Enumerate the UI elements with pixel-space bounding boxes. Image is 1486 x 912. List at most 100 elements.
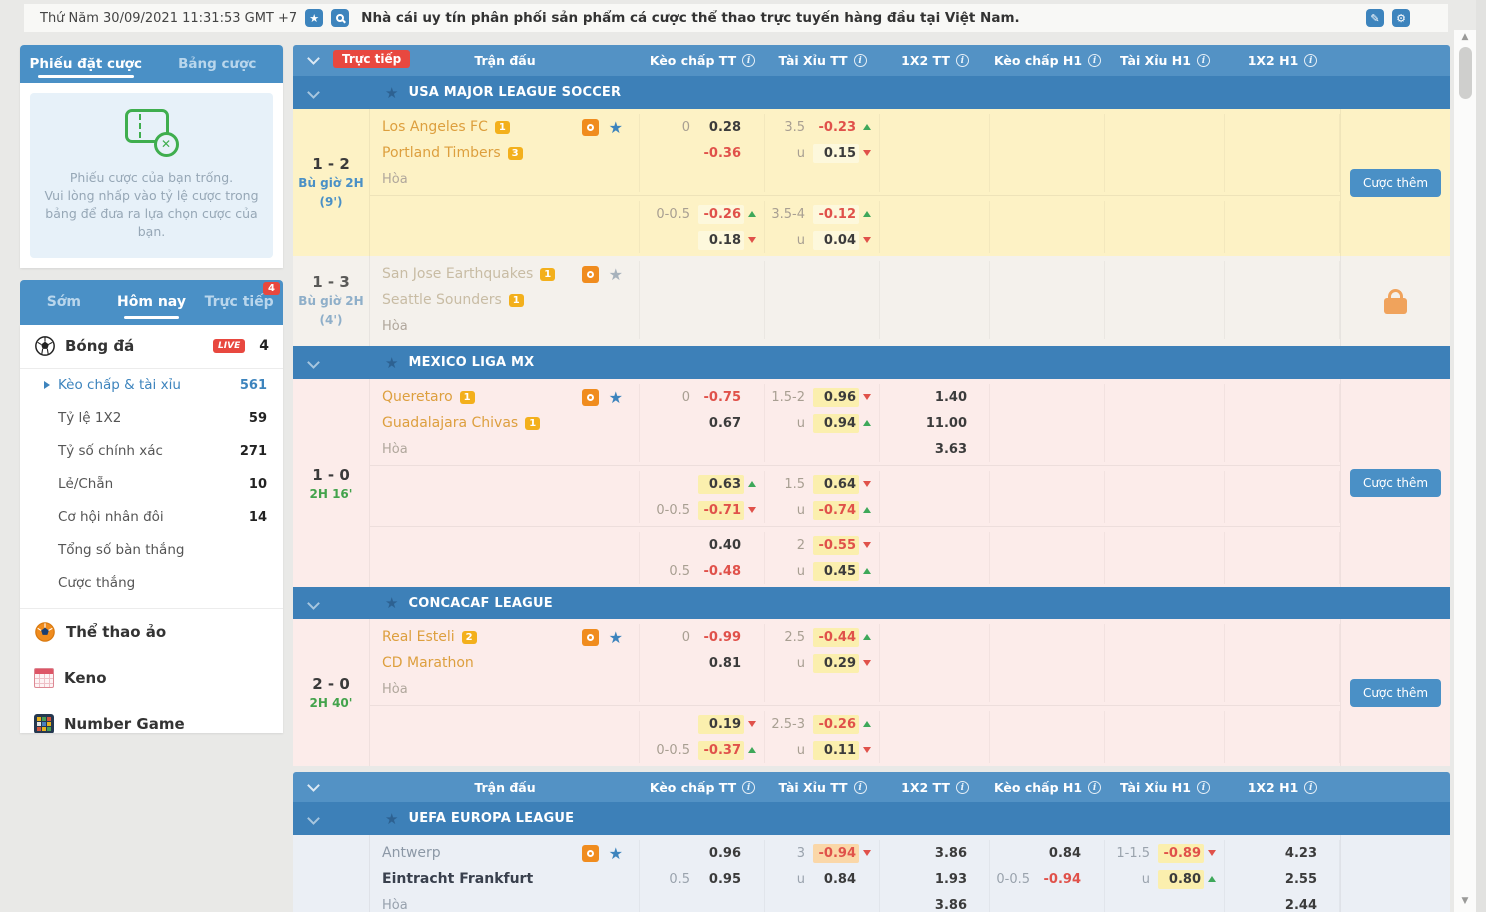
odds-value[interactable]: 0.11 — [813, 741, 859, 760]
info-icon[interactable]: i — [1197, 781, 1210, 794]
odds-value[interactable]: 0.04 — [813, 231, 859, 250]
odds-value[interactable]: -0.89 — [1158, 844, 1204, 863]
odds-value[interactable]: -0.94 — [1038, 870, 1084, 889]
sidebar-item-outright[interactable]: Cược thắng — [20, 567, 283, 600]
favorite-star-icon[interactable]: ★ — [609, 844, 623, 863]
more-bets-button[interactable]: Cược thêm — [1350, 169, 1441, 197]
odds-value[interactable]: 0.64 — [813, 475, 859, 494]
odds-value[interactable]: 0.15 — [813, 144, 859, 163]
info-icon[interactable]: i — [1088, 54, 1101, 67]
odds-value[interactable]: -0.75 — [698, 388, 744, 407]
tab-today[interactable]: Hôm nay — [108, 280, 196, 325]
sidebar-item-double-chance[interactable]: Cơ hội nhân đôi 14 — [20, 501, 283, 534]
odds-value[interactable]: 0.67 — [698, 414, 744, 433]
favorite-star-icon[interactable]: ★ — [609, 388, 623, 407]
odds-value[interactable]: -0.74 — [813, 501, 859, 520]
info-icon[interactable]: i — [1304, 54, 1317, 67]
sidebar-item-football[interactable]: Bóng đá LIVE 4 — [20, 325, 283, 369]
chevron-down-icon[interactable] — [307, 812, 320, 825]
odds-value[interactable]: -0.48 — [698, 562, 744, 581]
sidebar-item-correct-score[interactable]: Tỷ số chính xác 271 — [20, 435, 283, 468]
chevron-down-icon[interactable] — [307, 779, 320, 792]
chevron-down-icon[interactable] — [307, 597, 320, 610]
odds-value[interactable]: 0.96 — [698, 844, 744, 863]
odds-value[interactable]: 3.86 — [880, 840, 989, 866]
tab-bet-board[interactable]: Bảng cược — [152, 45, 284, 83]
gear-icon[interactable]: ⚙ — [1392, 9, 1410, 27]
favorite-star-icon[interactable]: ★ — [609, 628, 623, 647]
odds-value[interactable]: -0.36 — [698, 144, 744, 163]
info-icon[interactable]: i — [854, 54, 867, 67]
odds-value[interactable]: -0.23 — [813, 118, 859, 137]
league-star-icon[interactable]: ★ — [385, 594, 398, 612]
more-bets-button[interactable]: Cược thêm — [1350, 679, 1441, 707]
live-stream-icon[interactable] — [582, 845, 599, 862]
chevron-down-icon[interactable] — [307, 356, 320, 369]
odds-value[interactable]: 0.96 — [813, 388, 859, 407]
info-icon[interactable]: i — [1197, 54, 1210, 67]
live-stream-icon[interactable] — [582, 266, 599, 283]
odds-value[interactable]: 2.55 — [1225, 866, 1339, 892]
live-stream-icon[interactable] — [582, 119, 599, 136]
sidebar-item-1x2[interactable]: Tỷ lệ 1X2 59 — [20, 402, 283, 435]
tab-bet-slip[interactable]: Phiếu đặt cược — [20, 45, 152, 83]
odds-value[interactable]: 0.18 — [698, 231, 744, 250]
star-icon[interactable]: ★ — [305, 9, 323, 27]
favorite-star-icon[interactable]: ★ — [609, 118, 623, 137]
odds-value[interactable]: -0.99 — [698, 628, 744, 647]
odds-value[interactable]: -0.55 — [813, 536, 859, 555]
sidebar-item-total-goals[interactable]: Tổng số bàn thắng — [20, 534, 283, 567]
sidebar-item-odd-even[interactable]: Lẻ/Chẵn 10 — [20, 468, 283, 501]
odds-value[interactable]: 0.63 — [698, 475, 744, 494]
favorite-star-icon[interactable]: ★ — [609, 265, 623, 284]
odds-value[interactable]: 3.63 — [880, 436, 989, 462]
info-icon[interactable]: i — [742, 781, 755, 794]
league-star-icon[interactable]: ★ — [385, 354, 398, 372]
odds-value[interactable]: 0.84 — [1038, 844, 1084, 863]
info-icon[interactable]: i — [1088, 781, 1101, 794]
sidebar-item-virtual-sports[interactable]: Thể thao ảo — [20, 609, 283, 655]
odds-value[interactable]: 0.81 — [698, 654, 744, 673]
odds-value[interactable]: 0.94 — [813, 414, 859, 433]
odds-value[interactable]: 2.44 — [1225, 892, 1339, 912]
sidebar-item-number-game[interactable]: Number Game — [20, 701, 283, 733]
tab-early[interactable]: Sớm — [20, 280, 108, 325]
odds-value[interactable]: -0.12 — [813, 205, 859, 224]
scroll-thumb[interactable] — [1459, 47, 1472, 99]
odds-value[interactable]: -0.44 — [813, 628, 859, 647]
odds-value[interactable]: 0.95 — [698, 870, 744, 889]
info-icon[interactable]: i — [742, 54, 755, 67]
league-star-icon[interactable]: ★ — [385, 810, 398, 828]
live-stream-icon[interactable] — [582, 629, 599, 646]
chevron-down-icon[interactable] — [307, 86, 320, 99]
scroll-down-icon[interactable]: ▼ — [1462, 894, 1469, 908]
odds-value[interactable]: 1.40 — [880, 384, 989, 410]
odds-value[interactable]: -0.94 — [813, 844, 859, 863]
info-icon[interactable]: i — [956, 781, 969, 794]
odds-value[interactable]: 0.84 — [813, 870, 859, 889]
odds-value[interactable]: 3.86 — [880, 892, 989, 912]
sidebar-item-keno[interactable]: Keno — [20, 655, 283, 701]
sidebar-item-handicap-ou[interactable]: Kèo chấp & tài xỉu 561 — [20, 369, 283, 402]
odds-value[interactable]: -0.26 — [698, 205, 744, 224]
odds-value[interactable]: 4.23 — [1225, 840, 1339, 866]
edit-icon[interactable]: ✎ — [1366, 9, 1384, 27]
chevron-down-icon[interactable] — [307, 52, 320, 65]
odds-value[interactable]: -0.71 — [698, 501, 744, 520]
odds-value[interactable]: -0.26 — [813, 715, 859, 734]
live-stream-icon[interactable] — [582, 389, 599, 406]
info-icon[interactable]: i — [1304, 781, 1317, 794]
info-icon[interactable]: i — [956, 54, 969, 67]
odds-value[interactable]: 0.45 — [813, 562, 859, 581]
odds-value[interactable]: 0.28 — [698, 118, 744, 137]
info-icon[interactable]: i — [854, 781, 867, 794]
vertical-scrollbar[interactable]: ▲ ▼ — [1454, 30, 1476, 912]
odds-value[interactable]: 0.29 — [813, 654, 859, 673]
odds-value[interactable]: 0.40 — [698, 536, 744, 555]
search-icon[interactable] — [331, 9, 349, 27]
odds-value[interactable]: 1.93 — [880, 866, 989, 892]
scroll-up-icon[interactable]: ▲ — [1462, 30, 1469, 44]
odds-value[interactable]: 11.00 — [880, 410, 989, 436]
league-star-icon[interactable]: ★ — [385, 84, 398, 102]
odds-value[interactable]: -0.37 — [698, 741, 744, 760]
